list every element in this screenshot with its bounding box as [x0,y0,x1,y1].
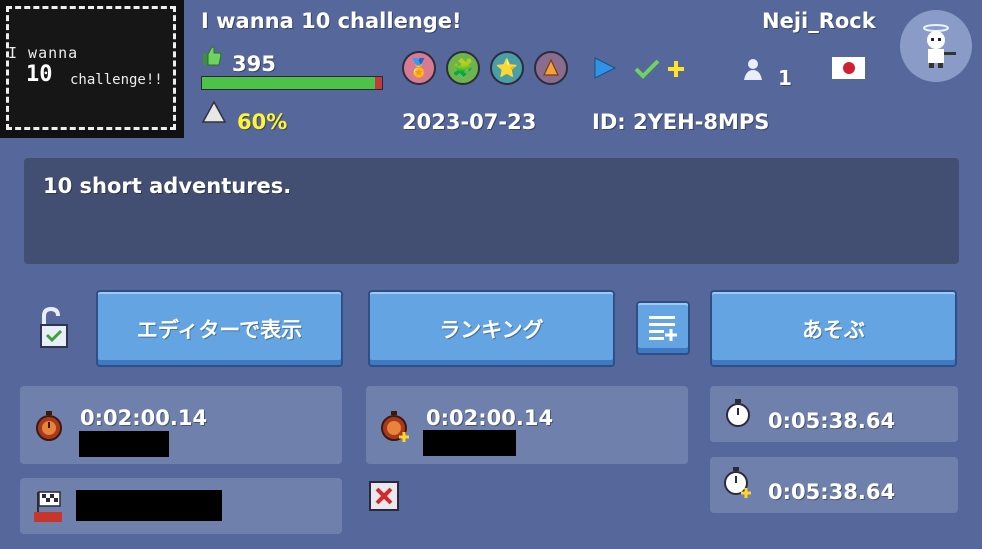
puzzle-icon: 🧩 [446,51,480,85]
course-id[interactable]: ID: 2YEH-8MPS [592,110,769,134]
first-clear-flag-icon [34,491,62,522]
thumbnail-line1: I wanna [8,44,79,62]
author-avatar[interactable] [900,10,972,82]
list-add-icon [649,316,677,341]
clock-icon [726,399,750,427]
level-description: 10 short adventures. [43,174,292,198]
play-button[interactable]: あそぶ [710,290,957,367]
speedrun-icon [534,51,568,85]
best-time: 0:02:00.14 [426,406,554,430]
stopwatch-icon [36,411,62,441]
redacted-record-holder [423,430,516,456]
timer-2-value: 0:05:38.64 [768,480,896,504]
medal-icon: 🏅 [402,51,436,85]
upload-date: 2023-07-23 [402,110,537,134]
likes-count: 395 [232,52,276,76]
star-icon: ⭐ [490,51,524,85]
timer-1-value: 0:05:38.64 [768,409,896,433]
add-to-list-button[interactable] [636,301,690,355]
play-icon [594,57,617,79]
clock-plus-icon [724,467,751,498]
level-title: I wanna 10 challenge! [201,9,462,33]
view-in-editor-button[interactable]: エディターで表示 [96,290,343,367]
thumbnail-line2: challenge!! [70,72,163,88]
redacted-first-clearer [76,490,222,521]
stopwatch-plus-icon [381,411,409,442]
redacted-player-name [79,431,169,457]
like-ratio-bar [201,76,383,90]
clear-rate: 60% [237,110,288,134]
author-name[interactable]: Neji_Rock [762,9,876,33]
first-clear-time: 0:02:00.14 [80,406,208,430]
thumbnail-number: 10 [26,62,53,87]
level-thumbnail: I wanna 10 challenge!! [0,0,184,138]
like-ratio-fill [202,77,375,89]
not-cleared-icon [369,481,399,511]
follower-count: 1 [778,66,792,90]
follower-icon [744,59,762,80]
cleared-check-plus-icon [634,59,684,79]
japan-flag-icon [832,57,865,79]
mii-avatar-icon [923,24,956,68]
clear-rate-icon [201,100,227,123]
ranking-button[interactable]: ランキング [368,290,615,367]
thumbs-up-icon [203,46,222,66]
unlocked-icon [40,306,68,348]
